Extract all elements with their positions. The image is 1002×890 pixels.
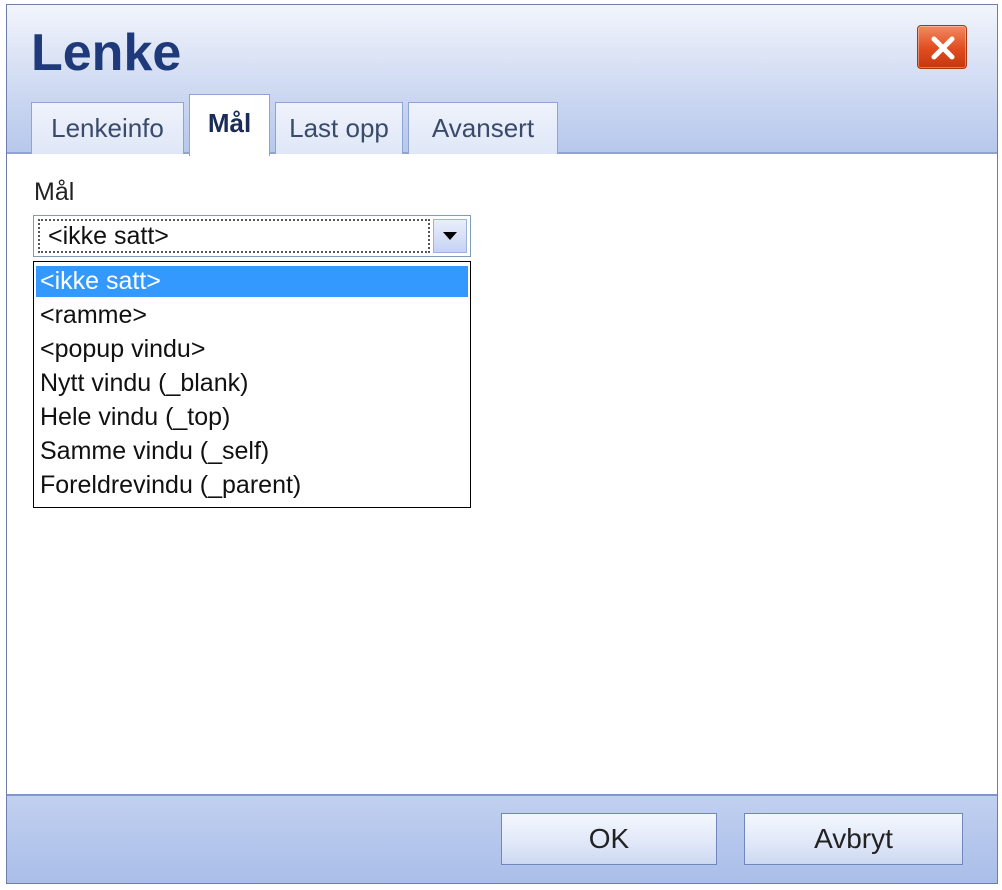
- cancel-button[interactable]: Avbryt: [744, 813, 963, 865]
- target-label: Mål: [34, 178, 75, 206]
- tab-last-opp[interactable]: Last opp: [275, 102, 403, 154]
- option-top[interactable]: Hele vindu (_top): [36, 402, 468, 433]
- option-ramme[interactable]: <ramme>: [36, 300, 468, 331]
- option-self[interactable]: Samme vindu (_self): [36, 436, 468, 467]
- title-bar: Lenke Lenkeinfo Mål Last opp Avansert: [7, 5, 997, 156]
- chevron-down-icon: [443, 232, 457, 240]
- dialog-title: Lenke: [31, 24, 182, 82]
- option-popup-vindu[interactable]: <popup vindu>: [36, 334, 468, 365]
- close-icon: [931, 36, 955, 60]
- dropdown-button[interactable]: [433, 219, 467, 253]
- ok-button[interactable]: OK: [501, 813, 717, 865]
- close-button[interactable]: [917, 25, 967, 69]
- option-parent[interactable]: Foreldrevindu (_parent): [36, 470, 468, 501]
- option-blank[interactable]: Nytt vindu (_blank): [36, 368, 468, 399]
- target-select-value: <ikke satt>: [38, 219, 430, 253]
- target-dropdown-list: <ikke satt> <ramme> <popup vindu> Nytt v…: [33, 261, 471, 508]
- target-select[interactable]: <ikke satt>: [33, 215, 471, 257]
- tab-maal[interactable]: Mål: [189, 94, 270, 156]
- dialog-footer: OK Avbryt: [7, 794, 997, 883]
- option-ikke-satt[interactable]: <ikke satt>: [36, 266, 468, 297]
- tab-avansert[interactable]: Avansert: [408, 102, 558, 154]
- tab-content: Mål <ikke satt> <ikke satt> <ramme> <pop…: [7, 154, 997, 794]
- tab-lenkeinfo[interactable]: Lenkeinfo: [31, 102, 184, 154]
- link-dialog: Lenke Lenkeinfo Mål Last opp Avansert Må…: [6, 4, 998, 884]
